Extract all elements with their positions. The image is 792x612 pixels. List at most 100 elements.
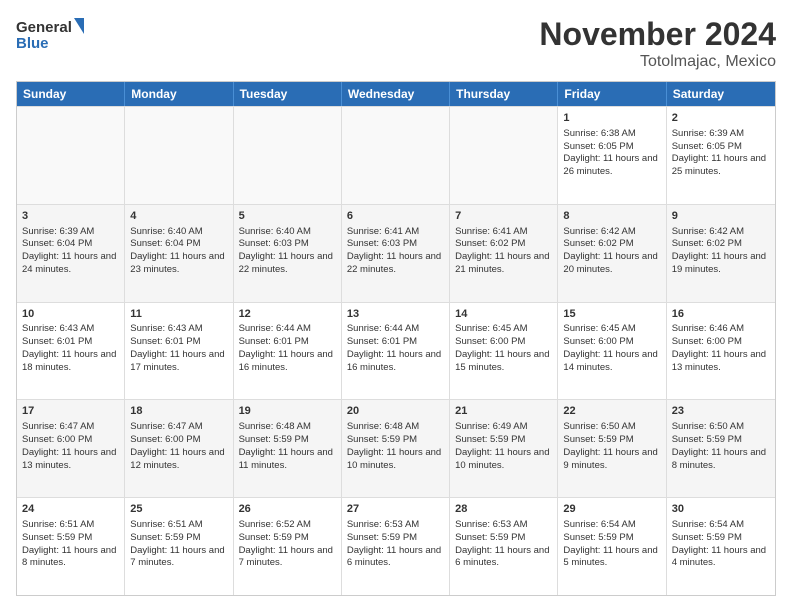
day-number-2: 2 bbox=[672, 111, 770, 126]
day-cell-12: 12Sunrise: 6:44 AM Sunset: 6:01 PM Dayli… bbox=[234, 303, 342, 400]
day-info-6: Sunrise: 6:41 AM Sunset: 6:03 PM Dayligh… bbox=[347, 226, 444, 277]
header-saturday: Saturday bbox=[667, 82, 775, 106]
day-cell-10: 10Sunrise: 6:43 AM Sunset: 6:01 PM Dayli… bbox=[17, 303, 125, 400]
day-info-5: Sunrise: 6:40 AM Sunset: 6:03 PM Dayligh… bbox=[239, 226, 336, 277]
day-number-23: 23 bbox=[672, 404, 770, 419]
calendar-body: 1 Sunrise: 6:38 AM Sunset: 6:05 PM Daylig… bbox=[17, 106, 775, 595]
day-number-18: 18 bbox=[130, 404, 227, 419]
day-info-14: Sunrise: 6:45 AM Sunset: 6:00 PM Dayligh… bbox=[455, 323, 552, 374]
day-cell-29: 29 Sunrise: 6:54 AM Sunset: 5:59 PM Dayli… bbox=[558, 498, 666, 595]
cal-row-2: 10Sunrise: 6:43 AM Sunset: 6:01 PM Dayli… bbox=[17, 302, 775, 400]
month-title: November 2024 bbox=[539, 16, 776, 53]
day-info-1: Sunrise: 6:38 AM Sunset: 6:05 PM Dayligh… bbox=[563, 128, 660, 179]
day-info-29: Sunrise: 6:54 AM Sunset: 5:59 PM Dayligh… bbox=[563, 519, 660, 570]
day-info-3: Sunrise: 6:39 AM Sunset: 6:04 PM Dayligh… bbox=[22, 226, 119, 277]
day-info-30: Sunrise: 6:54 AM Sunset: 5:59 PM Dayligh… bbox=[672, 519, 770, 570]
day-info-7: Sunrise: 6:41 AM Sunset: 6:02 PM Dayligh… bbox=[455, 226, 552, 277]
day-cell-11: 11Sunrise: 6:43 AM Sunset: 6:01 PM Dayli… bbox=[125, 303, 233, 400]
empty-cell-r0c3 bbox=[342, 107, 450, 204]
day-cell-1: 1 Sunrise: 6:38 AM Sunset: 6:05 PM Daylig… bbox=[558, 107, 666, 204]
title-block: November 2024 Totolmajac, Mexico bbox=[539, 16, 776, 71]
day-number-15: 15 bbox=[563, 307, 660, 322]
day-number-28: 28 bbox=[455, 502, 552, 517]
day-cell-30: 30Sunrise: 6:54 AM Sunset: 5:59 PM Dayli… bbox=[667, 498, 775, 595]
day-number-1: 1 bbox=[563, 111, 660, 126]
day-number-5: 5 bbox=[239, 209, 336, 224]
day-info-4: Sunrise: 6:40 AM Sunset: 6:04 PM Dayligh… bbox=[130, 226, 227, 277]
day-cell-22: 22Sunrise: 6:50 AM Sunset: 5:59 PM Dayli… bbox=[558, 400, 666, 497]
day-number-6: 6 bbox=[347, 209, 444, 224]
day-info-23: Sunrise: 6:50 AM Sunset: 5:59 PM Dayligh… bbox=[672, 421, 770, 472]
day-number-27: 27 bbox=[347, 502, 444, 517]
day-number-7: 7 bbox=[455, 209, 552, 224]
day-number-29: 29 bbox=[563, 502, 660, 517]
cal-row-0: 1 Sunrise: 6:38 AM Sunset: 6:05 PM Daylig… bbox=[17, 106, 775, 204]
svg-text:General: General bbox=[16, 19, 72, 36]
header-tuesday: Tuesday bbox=[234, 82, 342, 106]
day-number-19: 19 bbox=[239, 404, 336, 419]
location-title: Totolmajac, Mexico bbox=[539, 53, 776, 71]
day-cell-2: 2 Sunrise: 6:39 AM Sunset: 6:05 PM Daylig… bbox=[667, 107, 775, 204]
day-info-15: Sunrise: 6:45 AM Sunset: 6:00 PM Dayligh… bbox=[563, 323, 660, 374]
day-number-26: 26 bbox=[239, 502, 336, 517]
empty-cell-r0c0 bbox=[17, 107, 125, 204]
page: GeneralBlue November 2024 Totolmajac, Me… bbox=[0, 0, 792, 612]
day-number-11: 11 bbox=[130, 307, 227, 322]
empty-cell-r0c1 bbox=[125, 107, 233, 204]
day-info-21: Sunrise: 6:49 AM Sunset: 5:59 PM Dayligh… bbox=[455, 421, 552, 472]
header-wednesday: Wednesday bbox=[342, 82, 450, 106]
day-cell-9: 9 Sunrise: 6:42 AM Sunset: 6:02 PM Daylig… bbox=[667, 205, 775, 302]
day-info-20: Sunrise: 6:48 AM Sunset: 5:59 PM Dayligh… bbox=[347, 421, 444, 472]
day-number-13: 13 bbox=[347, 307, 444, 322]
day-cell-16: 16Sunrise: 6:46 AM Sunset: 6:00 PM Dayli… bbox=[667, 303, 775, 400]
svg-text:Blue: Blue bbox=[16, 35, 49, 52]
day-number-8: 8 bbox=[563, 209, 660, 224]
day-number-17: 17 bbox=[22, 404, 119, 419]
day-cell-8: 8 Sunrise: 6:42 AM Sunset: 6:02 PM Daylig… bbox=[558, 205, 666, 302]
cal-row-4: 24Sunrise: 6:51 AM Sunset: 5:59 PM Dayli… bbox=[17, 497, 775, 595]
day-number-16: 16 bbox=[672, 307, 770, 322]
day-info-25: Sunrise: 6:51 AM Sunset: 5:59 PM Dayligh… bbox=[130, 519, 227, 570]
day-number-10: 10 bbox=[22, 307, 119, 322]
day-number-12: 12 bbox=[239, 307, 336, 322]
empty-cell-r0c4 bbox=[450, 107, 558, 204]
day-cell-26: 26 Sunrise: 6:52 AM Sunset: 5:59 PM Dayli… bbox=[234, 498, 342, 595]
day-cell-19: 19Sunrise: 6:48 AM Sunset: 5:59 PM Dayli… bbox=[234, 400, 342, 497]
day-number-9: 9 bbox=[672, 209, 770, 224]
header-monday: Monday bbox=[125, 82, 233, 106]
day-cell-17: 17 Sunrise: 6:47 AM Sunset: 6:00 PM Dayli… bbox=[17, 400, 125, 497]
day-info-8: Sunrise: 6:42 AM Sunset: 6:02 PM Dayligh… bbox=[563, 226, 660, 277]
cal-row-3: 17 Sunrise: 6:47 AM Sunset: 6:00 PM Dayli… bbox=[17, 399, 775, 497]
day-cell-5: 5 Sunrise: 6:40 AM Sunset: 6:03 PM Daylig… bbox=[234, 205, 342, 302]
day-cell-27: 27 Sunrise: 6:53 AM Sunset: 5:59 PM Dayli… bbox=[342, 498, 450, 595]
day-info-13: Sunrise: 6:44 AM Sunset: 6:01 PM Dayligh… bbox=[347, 323, 444, 374]
calendar: Sunday Monday Tuesday Wednesday Thursday… bbox=[16, 81, 776, 596]
day-number-25: 25 bbox=[130, 502, 227, 517]
day-info-11: Sunrise: 6:43 AM Sunset: 6:01 PM Dayligh… bbox=[130, 323, 227, 374]
day-cell-15: 15Sunrise: 6:45 AM Sunset: 6:00 PM Dayli… bbox=[558, 303, 666, 400]
day-cell-25: 25 Sunrise: 6:51 AM Sunset: 5:59 PM Dayli… bbox=[125, 498, 233, 595]
day-cell-18: 18Sunrise: 6:47 AM Sunset: 6:00 PM Dayli… bbox=[125, 400, 233, 497]
day-cell-21: 21Sunrise: 6:49 AM Sunset: 5:59 PM Dayli… bbox=[450, 400, 558, 497]
day-number-3: 3 bbox=[22, 209, 119, 224]
day-info-27: Sunrise: 6:53 AM Sunset: 5:59 PM Dayligh… bbox=[347, 519, 444, 570]
header: GeneralBlue November 2024 Totolmajac, Me… bbox=[16, 16, 776, 71]
day-cell-23: 23 Sunrise: 6:50 AM Sunset: 5:59 PM Dayli… bbox=[667, 400, 775, 497]
day-info-17: Sunrise: 6:47 AM Sunset: 6:00 PM Dayligh… bbox=[22, 421, 119, 472]
day-cell-28: 28 Sunrise: 6:53 AM Sunset: 5:59 PM Dayli… bbox=[450, 498, 558, 595]
day-info-26: Sunrise: 6:52 AM Sunset: 5:59 PM Dayligh… bbox=[239, 519, 336, 570]
empty-cell-r0c2 bbox=[234, 107, 342, 204]
calendar-header: Sunday Monday Tuesday Wednesday Thursday… bbox=[17, 82, 775, 106]
day-cell-20: 20Sunrise: 6:48 AM Sunset: 5:59 PM Dayli… bbox=[342, 400, 450, 497]
day-cell-4: 4 Sunrise: 6:40 AM Sunset: 6:04 PM Daylig… bbox=[125, 205, 233, 302]
day-cell-3: 3 Sunrise: 6:39 AM Sunset: 6:04 PM Daylig… bbox=[17, 205, 125, 302]
day-info-28: Sunrise: 6:53 AM Sunset: 5:59 PM Dayligh… bbox=[455, 519, 552, 570]
day-number-22: 22 bbox=[563, 404, 660, 419]
day-number-4: 4 bbox=[130, 209, 227, 224]
day-info-10: Sunrise: 6:43 AM Sunset: 6:01 PM Dayligh… bbox=[22, 323, 119, 374]
day-cell-7: 7 Sunrise: 6:41 AM Sunset: 6:02 PM Daylig… bbox=[450, 205, 558, 302]
day-info-2: Sunrise: 6:39 AM Sunset: 6:05 PM Dayligh… bbox=[672, 128, 770, 179]
day-cell-6: 6 Sunrise: 6:41 AM Sunset: 6:03 PM Daylig… bbox=[342, 205, 450, 302]
day-info-9: Sunrise: 6:42 AM Sunset: 6:02 PM Dayligh… bbox=[672, 226, 770, 277]
day-cell-24: 24Sunrise: 6:51 AM Sunset: 5:59 PM Dayli… bbox=[17, 498, 125, 595]
